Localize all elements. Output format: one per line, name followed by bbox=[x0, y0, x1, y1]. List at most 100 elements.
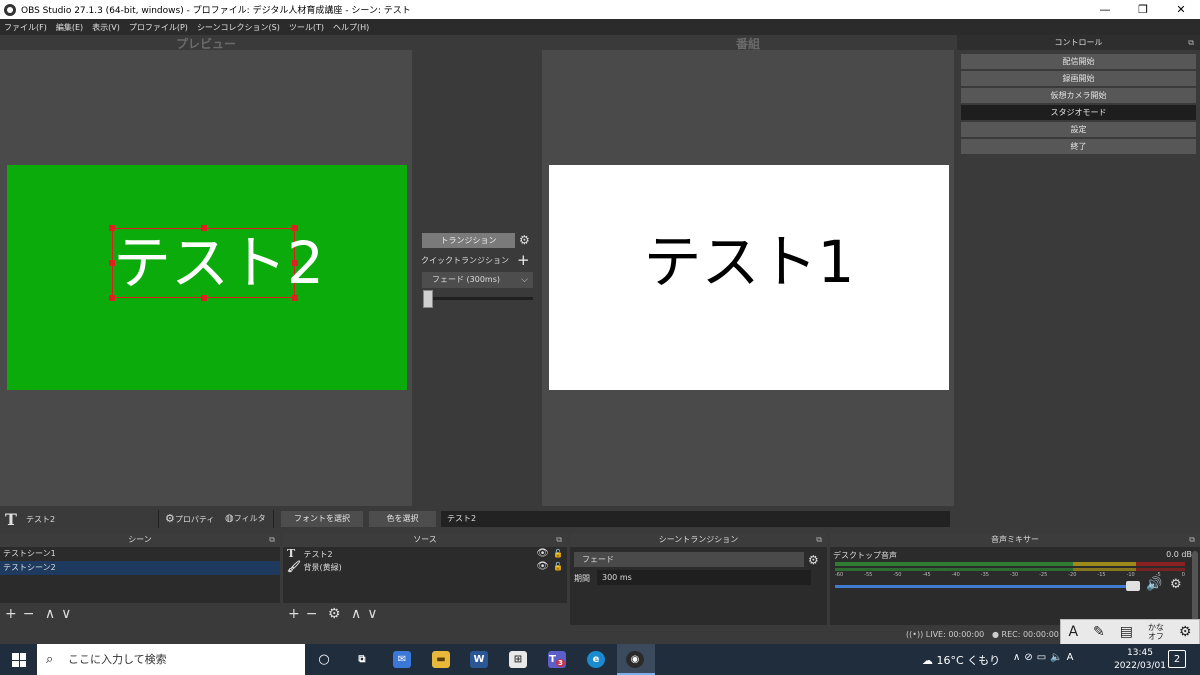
scene-item[interactable]: テストシーン1 bbox=[0, 547, 280, 561]
ime-pad-icon[interactable]: ✎ bbox=[1093, 624, 1105, 640]
move-up-icon[interactable]: ∧ bbox=[351, 606, 361, 622]
scenes-title: シーン bbox=[128, 535, 152, 544]
teams-icon[interactable]: T3 bbox=[548, 651, 566, 668]
edge-icon[interactable]: e bbox=[587, 651, 605, 668]
source-item[interactable]: T テスト2 👁 🔓 bbox=[283, 547, 567, 560]
close-button[interactable]: ✕ bbox=[1162, 3, 1200, 16]
select-color-button[interactable]: 色を選択 bbox=[369, 511, 436, 527]
resize-handle[interactable] bbox=[109, 225, 115, 231]
menu-tools[interactable]: ツール(T) bbox=[289, 22, 324, 33]
word-icon[interactable]: W bbox=[470, 651, 488, 668]
resize-handle[interactable] bbox=[109, 260, 115, 266]
float-dock-icon[interactable]: ⧉ bbox=[816, 533, 822, 547]
move-up-icon[interactable]: ∧ bbox=[45, 606, 55, 622]
source-text-input[interactable]: テスト2 bbox=[441, 511, 950, 527]
source-item[interactable]: 🖌 背景(黄緑) 👁 🔓 bbox=[283, 560, 567, 573]
ime-dictionary-icon[interactable]: ▤ bbox=[1120, 624, 1133, 640]
volume-slider-handle[interactable] bbox=[1126, 581, 1140, 591]
windows-start-icon[interactable] bbox=[12, 653, 26, 667]
add-scene-icon[interactable]: + bbox=[5, 606, 17, 622]
kana-toggle[interactable]: かな オフ bbox=[1148, 623, 1164, 641]
t-bar-handle[interactable] bbox=[423, 290, 433, 308]
start-streaming-button[interactable]: 配信開始 bbox=[961, 54, 1196, 69]
audio-db-value: 0.0 dB bbox=[1166, 550, 1192, 559]
scene-item[interactable]: テストシーン2 bbox=[0, 561, 280, 575]
clock[interactable]: 13:45 2022/03/01 bbox=[1110, 647, 1170, 673]
gear-icon[interactable]: ⚙ bbox=[519, 233, 530, 247]
transition-button[interactable]: トランジション bbox=[422, 233, 515, 248]
menu-edit[interactable]: 編集(E) bbox=[56, 22, 83, 33]
gear-icon[interactable]: ⚙ bbox=[1170, 577, 1182, 592]
eye-icon[interactable]: 👁 bbox=[536, 547, 549, 560]
task-view-icon[interactable]: ⧉ bbox=[353, 651, 371, 668]
transition-select[interactable]: フェード (300ms) ⌵ bbox=[422, 272, 533, 288]
lock-icon[interactable]: 🔓 bbox=[553, 547, 563, 560]
cortana-icon[interactable]: ○ bbox=[315, 651, 333, 668]
menu-profile[interactable]: プロファイル(P) bbox=[129, 22, 188, 33]
live-status: ((•)) LIVE: 00:00:00 bbox=[906, 630, 984, 639]
restore-button[interactable]: ❐ bbox=[1124, 3, 1162, 16]
studio-mode-button[interactable]: スタジオモード bbox=[961, 105, 1196, 120]
sources-toolbar: + − ⚙ ∧ ∨ bbox=[283, 603, 567, 625]
menu-scene-collection[interactable]: シーンコレクション(S) bbox=[197, 22, 280, 33]
menu-file[interactable]: ファイル(F) bbox=[4, 22, 47, 33]
resize-handle[interactable] bbox=[201, 295, 207, 301]
select-font-button[interactable]: フォントを選択 bbox=[281, 511, 363, 527]
menu-view[interactable]: 表示(V) bbox=[92, 22, 120, 33]
preview-panel[interactable]: テスト2 bbox=[0, 50, 412, 506]
obs-taskbar-button[interactable]: ◉ bbox=[617, 644, 655, 675]
scrollbar[interactable] bbox=[1192, 551, 1198, 623]
network-icon[interactable]: ⊘ bbox=[1024, 652, 1036, 663]
settings-button[interactable]: 設定 bbox=[961, 122, 1196, 137]
remove-source-icon[interactable]: − bbox=[306, 606, 318, 622]
float-dock-icon[interactable]: ⧉ bbox=[269, 533, 275, 547]
resize-handle[interactable] bbox=[292, 260, 298, 266]
float-dock-icon[interactable]: ⧉ bbox=[1189, 533, 1195, 547]
lock-icon[interactable]: 🔓 bbox=[553, 560, 563, 573]
resize-handle[interactable] bbox=[201, 225, 207, 231]
preview-text-source[interactable]: テスト2 bbox=[112, 228, 324, 298]
filters-button[interactable]: ◍フィルタ bbox=[225, 511, 266, 527]
minimize-button[interactable]: — bbox=[1086, 3, 1124, 16]
float-dock-icon[interactable]: ⧉ bbox=[556, 533, 562, 547]
duration-input[interactable]: 300 ms bbox=[597, 570, 811, 585]
move-down-icon[interactable]: ∨ bbox=[367, 606, 377, 622]
chevron-up-icon[interactable]: ∧ bbox=[1013, 652, 1024, 663]
volume-icon[interactable]: 🔈 bbox=[1050, 652, 1066, 663]
volume-slider-track[interactable] bbox=[835, 585, 1137, 588]
start-recording-button[interactable]: 録画開始 bbox=[961, 71, 1196, 86]
scene-transition-select[interactable]: フェード bbox=[574, 552, 804, 567]
battery-icon[interactable]: ▭ bbox=[1037, 652, 1050, 663]
weather-widget[interactable]: ☁ 16°C くもり bbox=[922, 652, 1000, 668]
file-explorer-icon[interactable]: ▬ bbox=[432, 651, 450, 668]
resize-handle[interactable] bbox=[292, 225, 298, 231]
remove-scene-icon[interactable]: − bbox=[23, 606, 35, 622]
store-icon[interactable]: ⊞ bbox=[509, 651, 527, 668]
menu-help[interactable]: ヘルプ(H) bbox=[333, 22, 369, 33]
t-bar-track[interactable] bbox=[428, 297, 533, 300]
gear-icon[interactable]: ⚙ bbox=[328, 606, 341, 622]
add-source-icon[interactable]: + bbox=[288, 606, 300, 622]
gear-icon[interactable]: ⚙ bbox=[808, 553, 819, 567]
system-tray[interactable]: ∧⊘▭🔈A bbox=[1013, 652, 1077, 663]
resize-handle[interactable] bbox=[109, 295, 115, 301]
ime-mode-icon[interactable]: A bbox=[1068, 624, 1078, 640]
taskbar: ⌕ ここに入力して検索 ○ ⧉ ✉ ▬ W ⊞ T3 e ◉ ☁ 16°C くも… bbox=[0, 644, 1200, 675]
resize-handle[interactable] bbox=[292, 295, 298, 301]
float-dock-icon[interactable]: ⧉ bbox=[1188, 35, 1194, 50]
add-quick-transition-icon[interactable]: + bbox=[517, 253, 530, 268]
properties-button[interactable]: ⚙プロパティ bbox=[165, 511, 214, 527]
speaker-icon[interactable]: 🔊 bbox=[1146, 577, 1162, 592]
divider bbox=[273, 510, 274, 528]
scenes-header: シーン ⧉ bbox=[0, 533, 280, 547]
move-down-icon[interactable]: ∨ bbox=[61, 606, 71, 622]
mail-icon[interactable]: ✉ bbox=[393, 651, 411, 668]
taskbar-search[interactable]: ⌕ ここに入力して検索 bbox=[37, 644, 305, 675]
eye-icon[interactable]: 👁 bbox=[536, 560, 549, 573]
preview-canvas[interactable]: テスト2 bbox=[7, 165, 407, 390]
ime-indicator[interactable]: A bbox=[1067, 652, 1078, 663]
gear-icon[interactable]: ⚙ bbox=[1179, 624, 1192, 640]
exit-button[interactable]: 終了 bbox=[961, 139, 1196, 154]
notification-center-icon[interactable]: 2 bbox=[1168, 650, 1186, 668]
start-virtual-camera-button[interactable]: 仮想カメラ開始 bbox=[961, 88, 1196, 103]
